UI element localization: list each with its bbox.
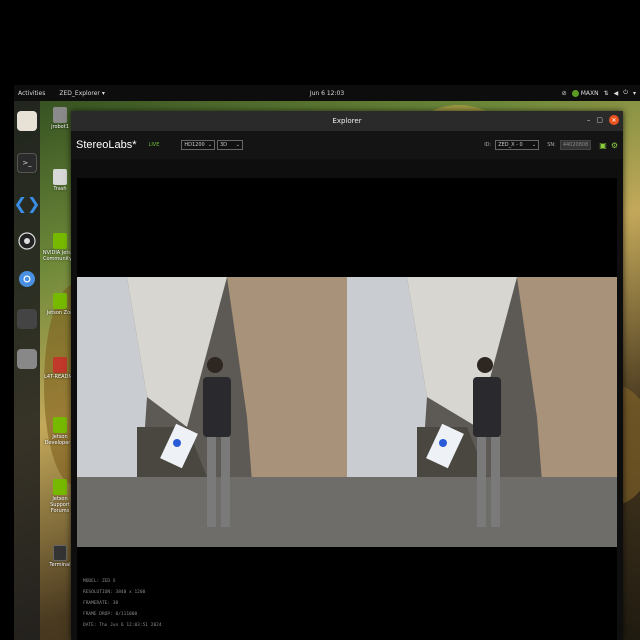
power-mode-indicator[interactable]: MAXN <box>571 89 599 97</box>
desktop-icon-label: Trash <box>53 186 67 192</box>
maximize-icon[interactable]: ▢ <box>596 116 603 124</box>
app-menu-label: ZED_Explorer <box>59 89 100 97</box>
volume-icon[interactable]: ◀ <box>614 90 619 97</box>
mode-select-value: 3D <box>219 142 227 148</box>
desktop-icon-label: jrobot1 <box>51 124 69 130</box>
terminal-icon[interactable]: >_ <box>17 153 37 173</box>
desktop-icon-label: Terminal <box>49 562 71 568</box>
desktop-icon-label: Jetson Zoo <box>46 310 74 316</box>
power-mode-label: MAXN <box>580 89 599 97</box>
close-icon[interactable]: ✕ <box>609 115 619 125</box>
top-bar: Activities ZED_Explorer ▾ Jun 6 12:03 ⊘ … <box>14 85 640 101</box>
camera-select-value: ZED_X - 0 <box>498 142 523 148</box>
explorer-window: Explorer – ▢ ✕ StereoLabs* LIVE HD1200 ⌄… <box>71 111 623 640</box>
zed-explorer-icon[interactable] <box>17 309 37 329</box>
minimize-icon[interactable]: – <box>587 116 591 124</box>
live-badge: LIVE <box>148 142 160 148</box>
chevron-down-icon: ⌄ <box>207 142 212 148</box>
folder-icon <box>53 357 67 373</box>
info-resolution: RESOLUTION: 3840 x 1200 <box>83 590 146 595</box>
folder-icon <box>53 107 67 123</box>
left-camera-image <box>77 277 347 547</box>
obs-icon[interactable] <box>17 231 37 251</box>
nvidia-icon <box>53 417 67 433</box>
camera-id-label: ID: <box>484 142 492 148</box>
app-menu[interactable]: ZED_Explorer ▾ <box>59 90 105 97</box>
chevron-down-icon: ⌄ <box>235 142 240 148</box>
serial-label: SN: <box>547 142 556 148</box>
resolution-select[interactable]: HD1200 ⌄ <box>181 140 215 150</box>
trash-icon <box>53 169 67 185</box>
info-framerate: FRAMERATE: 30 <box>83 601 119 606</box>
drive-icon[interactable] <box>17 349 37 369</box>
nvidia-icon <box>53 293 67 309</box>
settings-gear-icon[interactable]: ⚙ <box>611 141 618 150</box>
chevron-down-icon: ▾ <box>101 89 105 97</box>
mode-select[interactable]: 3D ⌄ <box>216 140 243 150</box>
network-icon[interactable]: ⊘ <box>562 90 567 97</box>
terminal-icon <box>53 545 67 561</box>
files-icon[interactable] <box>17 111 37 131</box>
video-viewport: MODEL: ZED X RESOLUTION: 3840 x 1200 FRA… <box>77 178 617 640</box>
info-model: MODEL: ZED X <box>83 579 116 584</box>
info-date: DATE: Thu Jun 6 12:03:51 2024 <box>83 623 162 628</box>
explorer-toolbar: StereoLabs* LIVE HD1200 ⌄ 3D ⌄ ID: ZED_X… <box>71 131 623 159</box>
record-icon[interactable]: ▣ <box>599 141 607 150</box>
right-camera-view <box>347 277 617 547</box>
serial-number-field: 44020808 <box>559 140 592 150</box>
chromium-icon[interactable] <box>17 269 37 289</box>
right-camera-image <box>347 277 617 547</box>
camera-info-panel: MODEL: ZED X RESOLUTION: 3840 x 1200 FRA… <box>83 576 162 631</box>
stereolabs-logo: StereoLabs* <box>76 139 137 151</box>
camera-select[interactable]: ZED_X - 0 ⌄ <box>495 140 540 150</box>
network-wired-icon[interactable]: ⇅ <box>604 90 609 97</box>
left-camera-view <box>77 277 347 547</box>
desktop: Activities ZED_Explorer ▾ Jun 6 12:03 ⊘ … <box>14 85 640 640</box>
nvidia-icon <box>571 89 579 97</box>
resolution-select-value: HD1200 <box>184 142 205 148</box>
nvidia-icon <box>53 479 67 495</box>
window-titlebar[interactable]: Explorer – ▢ ✕ <box>71 111 623 131</box>
vscode-icon[interactable]: ❮❯ <box>14 193 40 213</box>
window-title: Explorer <box>332 117 362 125</box>
activities-button[interactable]: Activities <box>18 90 45 97</box>
power-icon[interactable]: ⏻ <box>623 89 628 97</box>
dock: >_ ❮❯ <box>14 101 40 640</box>
info-frame-drop: FRAME DROP: 0/111000 <box>83 612 138 617</box>
nvidia-icon <box>53 233 67 249</box>
clock[interactable]: Jun 6 12:03 <box>310 90 344 97</box>
system-tray[interactable]: ⊘ MAXN ⇅ ◀ ⏻ ▾ <box>562 89 636 97</box>
chevron-down-icon: ⌄ <box>532 142 537 148</box>
chevron-down-icon[interactable]: ▾ <box>633 90 636 97</box>
